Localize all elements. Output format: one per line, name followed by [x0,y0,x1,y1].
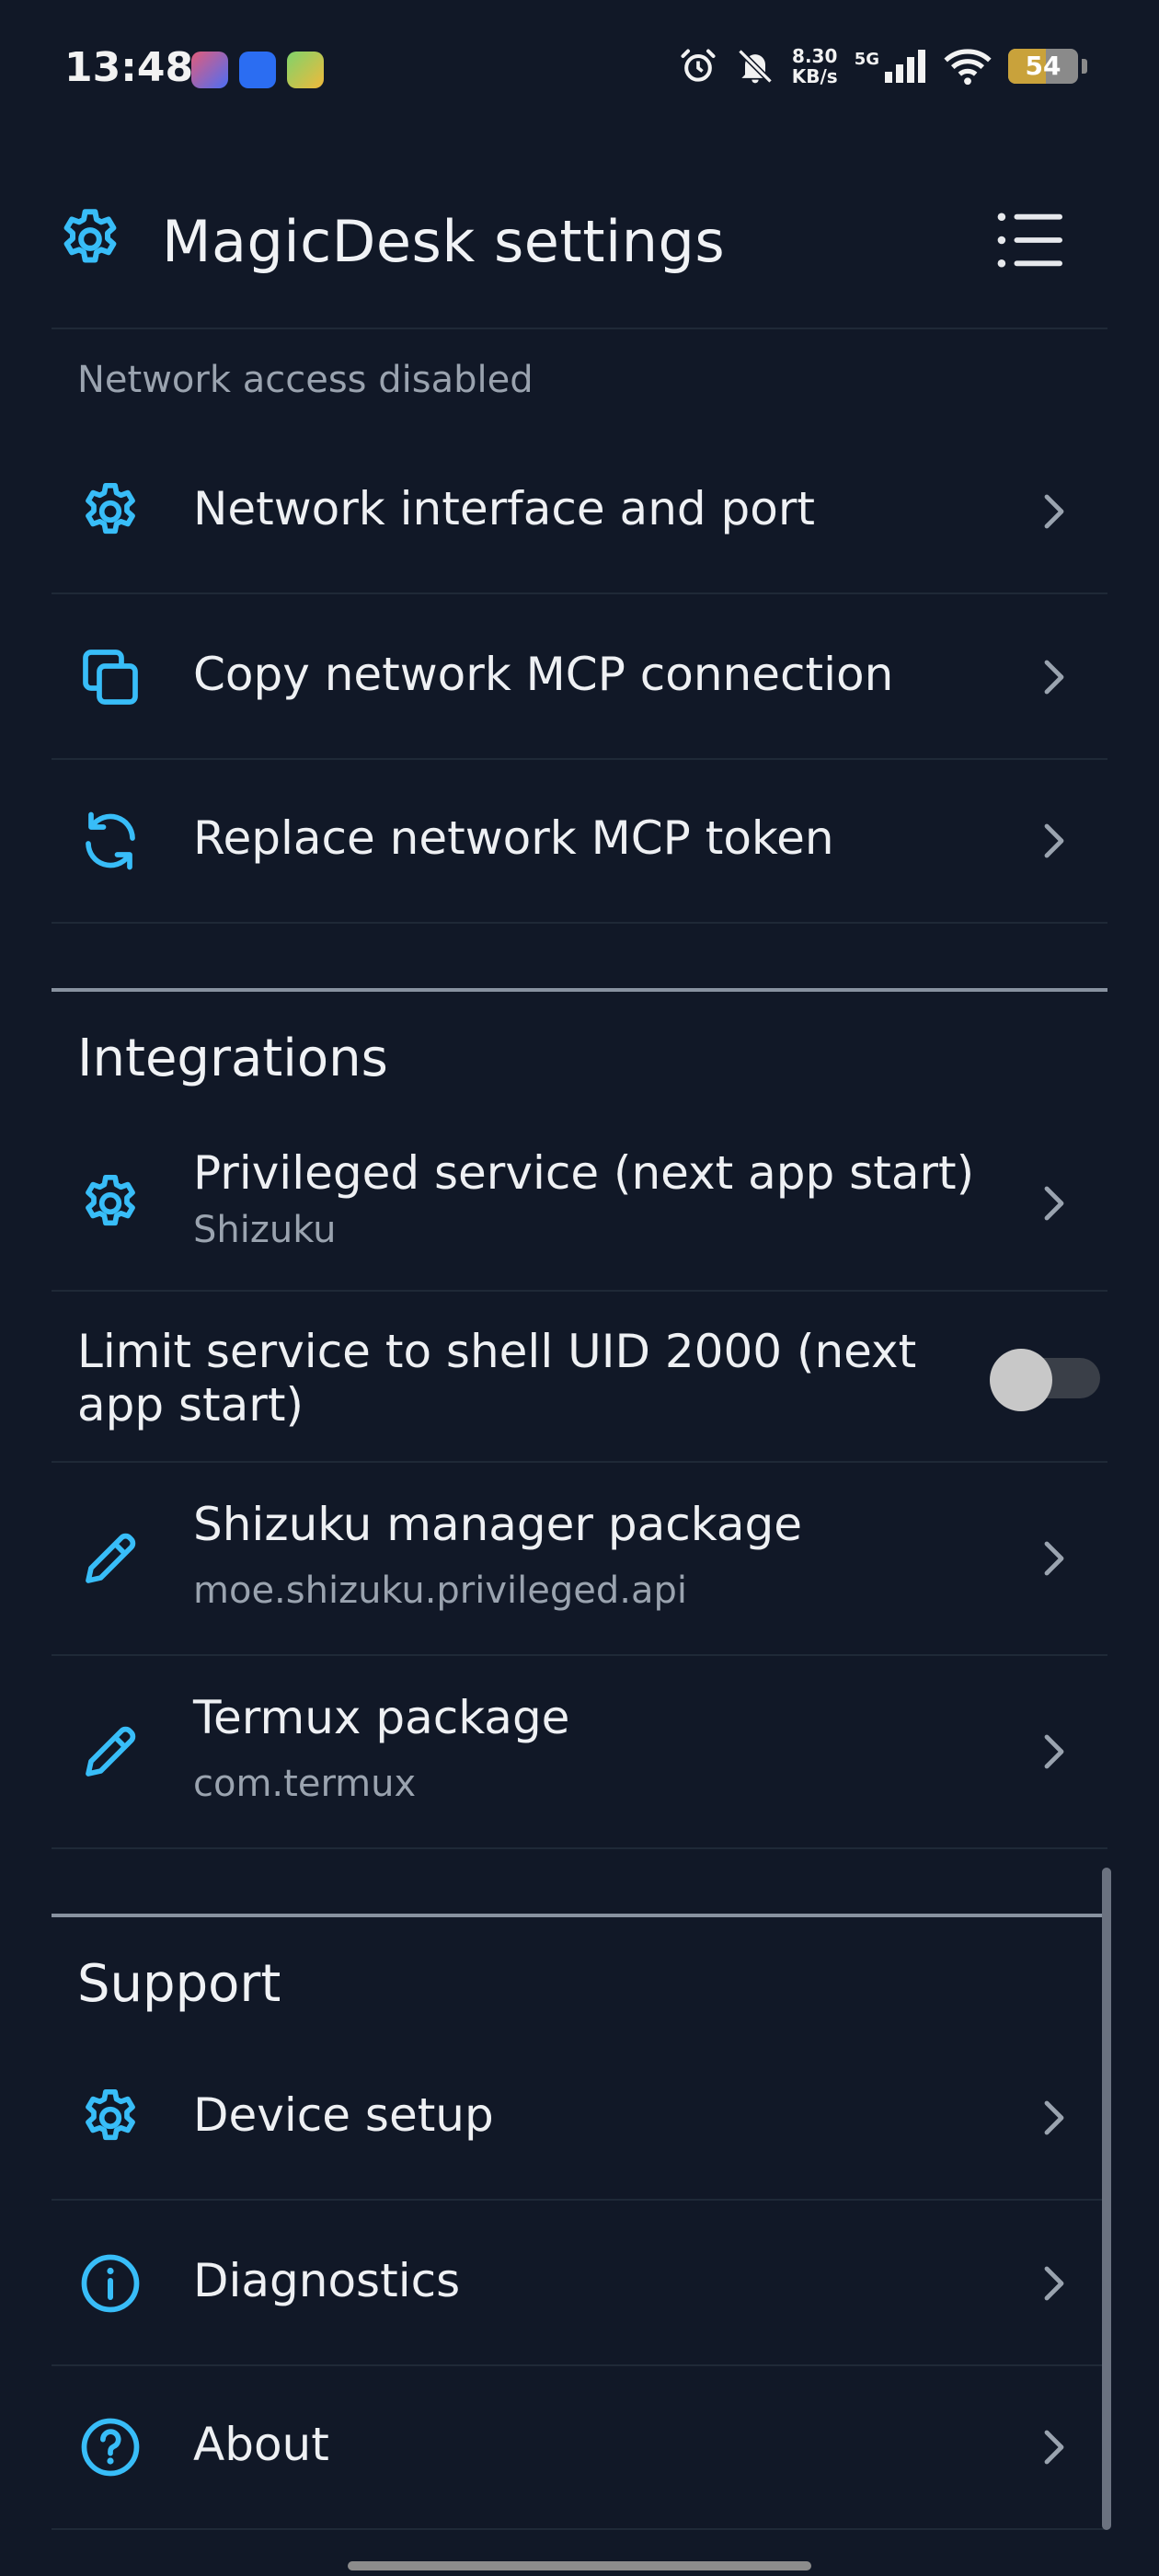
toggle-label-line1: Limit service to shell UID 2000 (next [77,1325,917,1378]
game-app-icon [191,52,228,88]
section-title-support: Support [77,1954,281,2014]
signal-icon [885,50,925,83]
divider [52,922,1107,924]
toggle-label-line2: app start) [77,1378,304,1432]
battery-percent: 54 [1025,51,1061,81]
chat-app-icon [239,52,276,88]
row-label: Network interface and port [193,482,816,535]
privileged-service-row[interactable]: Privileged service (next app start) Shiz… [52,1117,1107,1290]
row-label: Diagnostics [193,2254,461,2307]
notification-app-icons [191,52,324,88]
row-label: Privileged service (next app start) [193,1146,975,1200]
pencil-icon [77,1525,143,1592]
chevron-right-icon [1036,489,1073,534]
network-type: 5G [854,50,879,69]
status-indicators: 8.30 KB/s 5G 54 [678,46,1087,86]
row-label: Device setup [193,2088,494,2142]
section-divider [52,988,1107,992]
row-label: About [193,2418,329,2471]
row-label: Shizuku manager package [193,1498,802,1551]
bell-off-icon [737,49,773,84]
chevron-right-icon [1036,655,1073,699]
divider [52,328,1107,329]
network-speed-value: 8.30 [792,45,838,67]
termux-package-row[interactable]: Termux package com.termux [52,1656,1107,1847]
toggle-thumb [990,1349,1052,1411]
chevron-right-icon [1036,1181,1073,1225]
replace-mcp-token-row[interactable]: Replace network MCP token [52,760,1107,922]
battery-icon: 54 [1008,49,1078,84]
help-icon [81,2418,140,2477]
chevron-right-icon [1036,2425,1073,2469]
copy-icon [83,650,138,705]
row-label: Termux package [193,1691,570,1744]
game2-app-icon [287,52,324,88]
app-bar: MagicDesk settings [0,175,1159,304]
limit-shell-uid-row[interactable]: Limit service to shell UID 2000 (next ap… [52,1292,1107,1461]
limit-shell-uid-toggle[interactable] [990,1349,1100,1411]
row-value: moe.shizuku.privileged.api [193,1570,687,1612]
gear-icon [77,2085,143,2151]
gear-icon [55,204,125,274]
refresh-icon [86,811,135,870]
scrollbar[interactable] [1102,1868,1111,2530]
info-icon [81,2254,140,2313]
chevron-right-icon [1036,2261,1073,2306]
about-row[interactable]: About [52,2366,1107,2528]
alarm-icon [681,49,716,82]
network-interface-row[interactable]: Network interface and port [52,431,1107,592]
network-status-caption: Network access disabled [77,359,534,401]
chevron-right-icon [1036,819,1073,863]
menu-list-icon[interactable] [993,208,1067,272]
device-setup-row[interactable]: Device setup [52,2037,1107,2199]
page-title: MagicDesk settings [162,208,726,275]
network-speed: 8.30 KB/s [792,46,838,86]
pencil-icon [77,1719,143,1785]
copy-mcp-connection-row[interactable]: Copy network MCP connection [52,594,1107,758]
divider [52,1847,1107,1849]
diagnostics-row[interactable]: Diagnostics [52,2201,1107,2364]
battery-nub [1082,59,1087,74]
wifi-icon [944,49,992,86]
row-value: com.termux [193,1763,417,1805]
network-speed-unit: KB/s [791,65,838,87]
section-divider [52,1914,1107,1917]
shizuku-package-row[interactable]: Shizuku manager package moe.shizuku.priv… [52,1463,1107,1654]
chevron-right-icon [1036,1536,1073,1581]
row-label: Replace network MCP token [193,811,834,865]
section-title-integrations: Integrations [77,1029,388,1088]
gear-icon [77,478,143,545]
status-time: 13:48 [64,44,194,91]
chevron-right-icon [1036,2096,1073,2140]
divider [52,2528,1107,2530]
home-indicator[interactable] [348,2561,811,2570]
row-value: Shizuku [193,1209,337,1251]
chevron-right-icon [1036,1730,1073,1774]
row-label: Copy network MCP connection [193,648,894,701]
gear-icon [77,1170,143,1236]
toggle-label: Limit service to shell UID 2000 (next ap… [77,1325,916,1432]
status-bar: 13:48 8.30 KB/s 5G 54 [0,0,1159,138]
